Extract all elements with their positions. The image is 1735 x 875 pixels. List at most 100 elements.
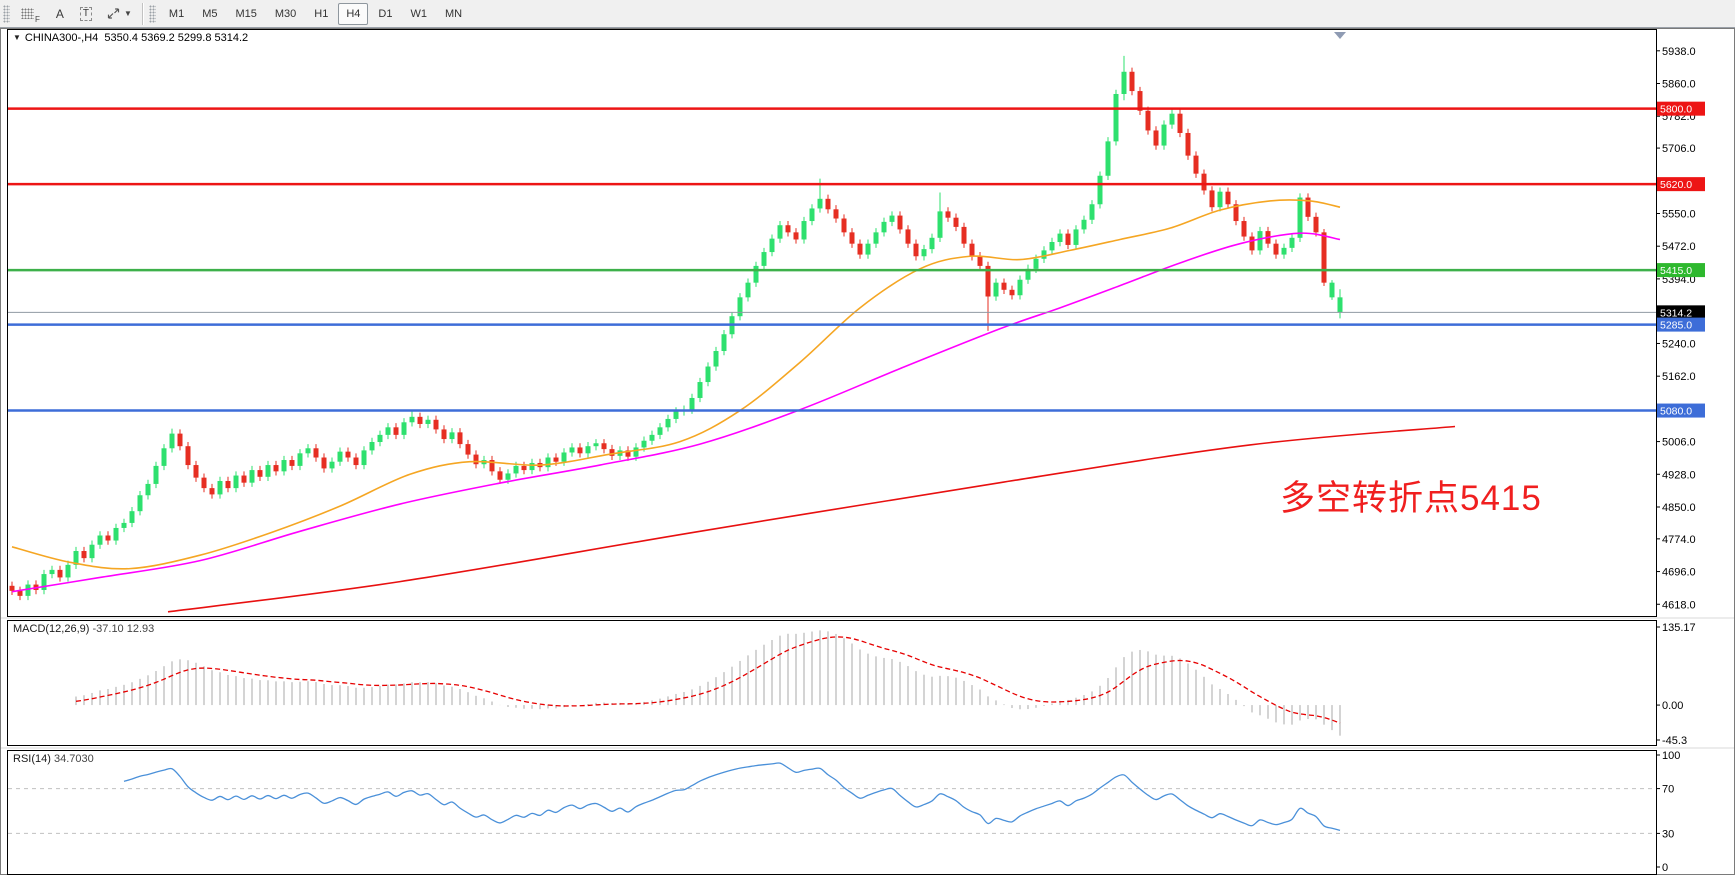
candle-body [882,222,887,232]
candle-body [130,511,135,523]
candle-body [1146,111,1151,131]
candle-body [1274,244,1279,255]
crosshair-tool-button[interactable]: F [15,3,46,25]
candle-body [498,471,503,479]
font-tool-button[interactable]: A [48,3,72,25]
axis-tick-label: 5472.0 [1662,241,1696,253]
candle-body [506,473,511,479]
candle-body [322,458,327,469]
candle-body [418,417,423,424]
axis-tick-label: 4618.0 [1662,599,1696,611]
price-badge-label: 5080.0 [1660,406,1692,418]
candle-body [178,434,183,447]
candle-body [650,435,655,441]
candle-body [434,420,439,430]
candle-body [906,229,911,243]
candle-body [938,211,943,237]
timeframe-group: M1M5M15M30H1H4D1W1MN [160,3,471,25]
candle-body [914,244,919,257]
candle-body [834,209,839,218]
candle-body [1186,133,1191,156]
text-label-tool-button[interactable]: T [74,3,98,25]
candle-body [1058,234,1063,242]
candle-body [338,452,343,462]
candle-body [370,442,375,450]
candle-body [314,448,319,457]
axis-tick-label: 5706.0 [1662,143,1696,155]
candle-body [1314,217,1319,233]
toolbar-drag-handle[interactable] [3,5,10,23]
candle-body [18,591,23,596]
candle-body [786,225,791,232]
candle-body [1114,94,1119,141]
dotted-grid-icon [21,8,34,19]
rsi-axis-label: 70 [1662,784,1674,796]
candle-body [1258,231,1263,250]
candle-body [114,528,119,541]
candle-body [170,434,175,449]
chart-annotation-text[interactable]: 多空转折点5415 [1280,470,1542,521]
candle-body [186,446,191,465]
candle-body [770,239,775,252]
candle-body [706,367,711,383]
axis-tick-label: 4850.0 [1662,502,1696,514]
font-a-icon: A [56,7,64,21]
candle-body [594,443,599,446]
timeframe-m30[interactable]: M30 [267,3,304,25]
candle-body [234,476,239,489]
candle-body [746,283,751,298]
candle-body [810,208,815,221]
candle-body [258,470,263,477]
candle-body [346,452,351,458]
timeframe-mn[interactable]: MN [437,3,470,25]
macd-axis-label: -45.3 [1662,735,1687,747]
toolbar-drag-handle[interactable] [149,5,156,23]
timeframe-w1[interactable]: W1 [402,3,435,25]
candle-body [306,448,311,453]
candle-body [202,478,207,488]
candle-body [858,244,863,255]
candle-body [226,481,231,488]
timeframe-m15[interactable]: M15 [227,3,264,25]
symbol-ohlc-text: CHINA300-,H4 5350.4 5369.2 5299.8 5314.2 [25,32,248,44]
timeframe-m1[interactable]: M1 [161,3,192,25]
panel-splitter[interactable] [1,617,1734,619]
candle-body [210,488,215,494]
candle-body [522,466,527,470]
candle-body [634,447,639,456]
candle-body [762,252,767,266]
diagonal-arrows-icon [106,7,121,20]
draw-objects-button[interactable]: ▼ [100,3,138,25]
candle-body [154,466,159,484]
text-t-icon: T [80,7,92,21]
candle-body [890,216,895,222]
candle-body [1066,234,1071,245]
candle-body [1082,220,1087,230]
candle-body [530,463,535,470]
candle-body [954,218,959,227]
candle-body [138,495,143,511]
candle-body [242,476,247,483]
chart-canvas[interactable]: 5938.05860.05782.05706.05550.05472.05394… [0,0,1735,875]
candle-body [874,232,879,243]
axis-tick-label: 5860.0 [1662,79,1696,91]
candle-body [1074,229,1079,245]
candle-body [298,453,303,466]
timeframe-h4[interactable]: H4 [338,3,368,25]
timeframe-m5[interactable]: M5 [194,3,225,25]
panel-splitter[interactable] [1,747,1734,749]
timeframe-d1[interactable]: D1 [370,3,400,25]
symbol-menu-caret-icon[interactable]: ▼ [13,33,21,42]
candle-body [1210,190,1215,207]
candle-body [1178,114,1183,133]
timeframe-h1[interactable]: H1 [306,3,336,25]
macd-axis-label: 135.17 [1662,622,1696,634]
candle-body [930,238,935,249]
candle-body [10,586,15,591]
candle-body [866,244,871,255]
candle-body [826,199,831,209]
rsi-axis-label: 0 [1662,862,1668,874]
candle-body [1290,238,1295,248]
candle-body [778,225,783,238]
rsi-values: 34.7030 [54,753,94,765]
